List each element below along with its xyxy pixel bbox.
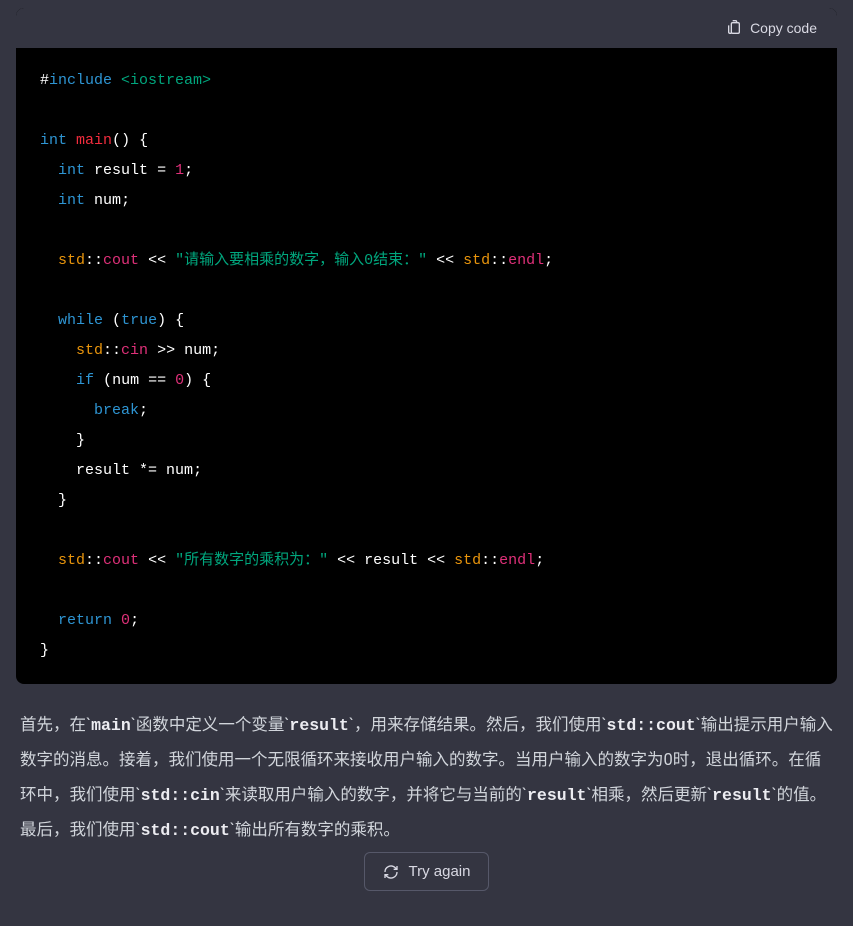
- std-namespace: std: [76, 342, 103, 359]
- copy-code-button[interactable]: Copy code: [722, 16, 821, 40]
- stream-out-op: <<: [139, 552, 175, 569]
- preproc-hash: #: [40, 72, 49, 89]
- brace-close: }: [76, 432, 85, 449]
- literal-one: 1: [175, 162, 184, 179]
- literal-zero: 0: [121, 612, 130, 629]
- inline-code-cout: std::cout: [607, 716, 696, 735]
- std-namespace: std: [463, 252, 490, 269]
- semicolon: ;: [535, 552, 544, 569]
- stream-out-op: <<: [139, 252, 175, 269]
- try-again-wrapper: Try again: [0, 852, 853, 891]
- cin-member: cin: [121, 342, 148, 359]
- code-block: Copy code #include <iostream> int main()…: [16, 8, 837, 684]
- paren-open: (: [112, 132, 121, 149]
- try-again-label: Try again: [409, 863, 471, 880]
- string-prompt: "请输入要相乘的数字，输入0结束：": [175, 252, 427, 269]
- explanation-segment: `函数中定义一个变量`: [131, 716, 290, 735]
- explanation-segment: `相乘，然后更新`: [586, 786, 712, 805]
- string-result: "所有数字的乘积为：": [175, 552, 328, 569]
- include-keyword: include: [49, 72, 112, 89]
- ident-num: num: [112, 372, 139, 389]
- cout-member: cout: [103, 252, 139, 269]
- assign-op: =: [148, 162, 175, 179]
- scope-op: ::: [490, 252, 508, 269]
- code-content: #include <iostream> int main() { int res…: [16, 48, 837, 684]
- scope-op: ::: [103, 342, 121, 359]
- stream-out-op: <<: [427, 252, 463, 269]
- ident-result: result: [76, 462, 130, 479]
- inline-code-main: main: [91, 716, 131, 735]
- inline-code-result: result: [527, 786, 586, 805]
- break-keyword: break: [94, 402, 139, 419]
- main-func: main: [76, 132, 112, 149]
- semicolon: ;: [211, 342, 220, 359]
- std-namespace: std: [58, 552, 85, 569]
- paren-open: (: [103, 372, 112, 389]
- semicolon: ;: [121, 192, 130, 209]
- ident-num: num: [184, 342, 211, 359]
- scope-op: ::: [85, 252, 103, 269]
- while-keyword: while: [58, 312, 103, 329]
- paren-close: ): [157, 312, 166, 329]
- explanation-text: 首先，在`main`函数中定义一个变量`result`，用来存储结果。然后，我们…: [0, 684, 853, 848]
- scope-op: ::: [481, 552, 499, 569]
- paren-close: ): [184, 372, 193, 389]
- refresh-icon: [383, 864, 399, 880]
- scope-op: ::: [85, 552, 103, 569]
- paren-close: ): [121, 132, 130, 149]
- explanation-segment: 首先，在`: [20, 716, 91, 735]
- literal-zero: 0: [175, 372, 184, 389]
- brace-close: }: [58, 492, 67, 509]
- eq-op: ==: [139, 372, 175, 389]
- include-path: <iostream>: [121, 72, 211, 89]
- paren-open: (: [112, 312, 121, 329]
- std-namespace: std: [454, 552, 481, 569]
- brace-open: {: [202, 372, 211, 389]
- return-keyword: return: [58, 612, 112, 629]
- copy-code-label: Copy code: [750, 20, 817, 36]
- inline-code-cout: std::cout: [141, 821, 230, 840]
- try-again-button[interactable]: Try again: [364, 852, 490, 891]
- endl-member: endl: [508, 252, 544, 269]
- code-header: Copy code: [16, 8, 837, 48]
- explanation-segment: `来读取用户输入的数字，并将它与当前的`: [220, 786, 527, 805]
- ident-num: num: [166, 462, 193, 479]
- semicolon: ;: [130, 612, 139, 629]
- semicolon: ;: [193, 462, 202, 479]
- inline-code-result: result: [712, 786, 771, 805]
- clipboard-icon: [726, 20, 742, 36]
- brace-open: {: [175, 312, 184, 329]
- inline-code-result: result: [289, 716, 348, 735]
- int-keyword: int: [58, 192, 85, 209]
- semicolon: ;: [544, 252, 553, 269]
- brace-close: }: [40, 642, 49, 659]
- true-keyword: true: [121, 312, 157, 329]
- ident-num: num: [94, 192, 121, 209]
- ident-result: result: [94, 162, 148, 179]
- explanation-segment: `，用来存储结果。然后，我们使用`: [349, 716, 607, 735]
- endl-member: endl: [499, 552, 535, 569]
- if-keyword: if: [76, 372, 94, 389]
- brace-open: {: [139, 132, 148, 149]
- semicolon: ;: [139, 402, 148, 419]
- inline-code-cin: std::cin: [141, 786, 220, 805]
- cout-member: cout: [103, 552, 139, 569]
- semicolon: ;: [184, 162, 193, 179]
- stream-out-op: <<: [418, 552, 454, 569]
- int-keyword: int: [40, 132, 67, 149]
- ident-result: result: [364, 552, 418, 569]
- int-keyword: int: [58, 162, 85, 179]
- explanation-segment: `输出所有数字的乘积。: [230, 821, 400, 840]
- mul-assign-op: *=: [130, 462, 166, 479]
- stream-out-op: <<: [328, 552, 364, 569]
- std-namespace: std: [58, 252, 85, 269]
- stream-in-op: >>: [148, 342, 184, 359]
